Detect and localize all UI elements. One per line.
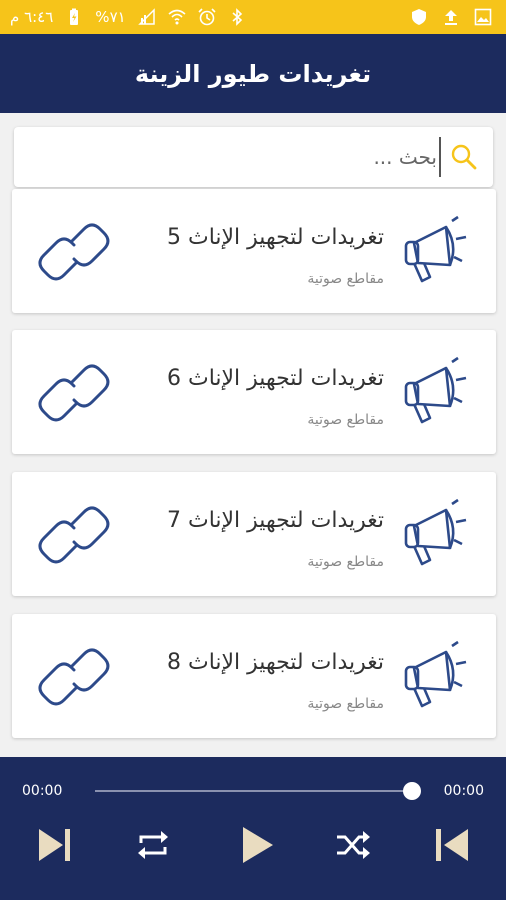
shuffle-button[interactable] [333, 825, 373, 865]
skip-next-button[interactable] [35, 825, 75, 865]
repeat-button[interactable] [133, 825, 173, 865]
item-subtitle: مقاطع صوتية [307, 412, 384, 428]
current-time: 00:00 [22, 783, 63, 799]
search-box[interactable] [14, 127, 493, 187]
link-icon[interactable] [36, 646, 112, 708]
status-left: ٦:٤٦ م %٧١ [10, 8, 246, 26]
list-item[interactable]: تغريدات لتجهيز الإناث 5 مقاطع صوتية [12, 189, 496, 313]
item-title: تغريدات لتجهيز الإناث 6 [166, 366, 384, 391]
app-bar: تغريدات طيور الزينة [0, 34, 506, 113]
seek-bar[interactable] [95, 790, 412, 792]
total-time: 00:00 [443, 783, 484, 799]
wifi-icon [168, 8, 186, 26]
seek-thumb[interactable] [403, 782, 421, 800]
app-title: تغريدات طيور الزينة [134, 59, 372, 88]
audio-player: 00:00 00:00 [0, 757, 506, 900]
battery-icon [65, 8, 83, 26]
shuffle-icon [337, 831, 370, 859]
status-time: ٦:٤٦ م [10, 8, 54, 26]
upload-icon [442, 8, 460, 26]
gallery-icon [474, 8, 492, 26]
link-icon[interactable] [36, 362, 112, 424]
shield-icon [410, 8, 428, 26]
item-subtitle: مقاطع صوتية [307, 271, 384, 287]
megaphone-icon [404, 640, 467, 708]
item-subtitle: مقاطع صوتية [307, 554, 384, 570]
skip-previous-icon [436, 829, 468, 861]
list-item[interactable]: تغريدات لتجهيز الإناث 7 مقاطع صوتية [12, 472, 496, 596]
search-icon[interactable] [449, 142, 479, 172]
item-title: تغريدات لتجهيز الإناث 5 [166, 225, 384, 250]
skip-next-icon [39, 829, 70, 861]
bluetooth-icon [228, 8, 246, 26]
megaphone-icon [404, 498, 467, 566]
item-title: تغريدات لتجهيز الإناث 7 [166, 508, 384, 533]
play-icon [243, 827, 273, 863]
item-subtitle: مقاطع صوتية [307, 696, 384, 712]
item-title: تغريدات لتجهيز الإناث 8 [166, 650, 384, 675]
megaphone-icon [404, 356, 467, 424]
skip-previous-button[interactable] [432, 825, 472, 865]
status-bar: ٦:٤٦ م %٧١ [0, 0, 506, 34]
link-icon[interactable] [36, 504, 112, 566]
list-item[interactable]: تغريدات لتجهيز الإناث 8 مقاطع صوتية [12, 614, 496, 738]
megaphone-icon [404, 215, 467, 283]
search-input[interactable] [61, 137, 441, 177]
battery-percent: %٧١ [95, 8, 126, 26]
link-icon[interactable] [36, 221, 112, 283]
status-right [410, 8, 492, 26]
signal-icon [137, 8, 156, 26]
list-item[interactable]: تغريدات لتجهيز الإناث 6 مقاطع صوتية [12, 330, 496, 454]
repeat-icon [138, 831, 168, 859]
alarm-icon [198, 8, 216, 26]
play-button[interactable] [237, 825, 277, 865]
